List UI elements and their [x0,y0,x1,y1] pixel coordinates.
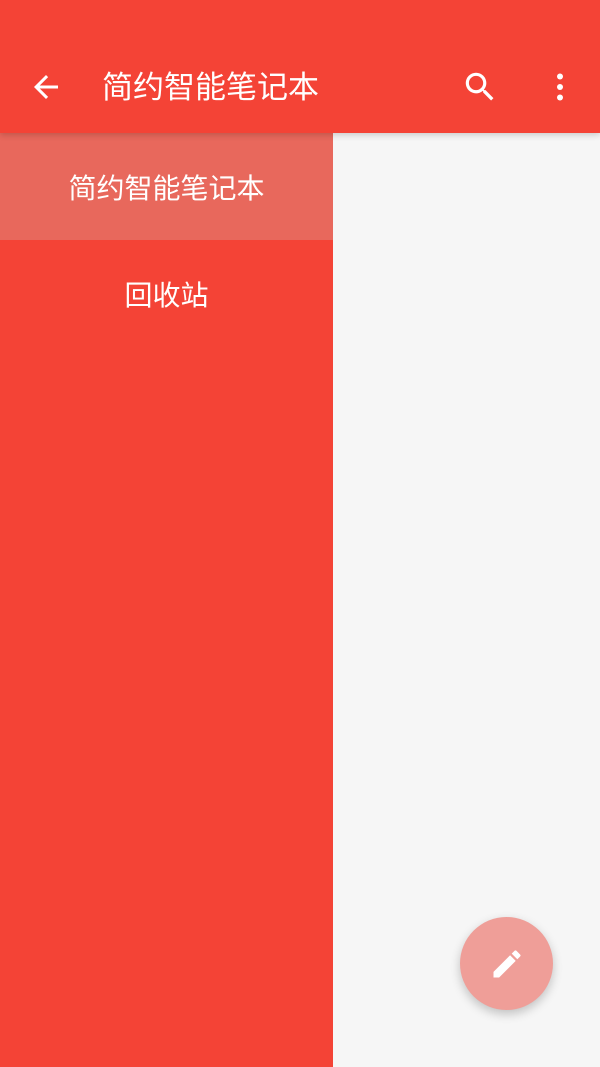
search-icon [465,72,494,101]
back-button[interactable] [18,59,74,115]
navigation-drawer: 简约智能笔记本 回收站 [0,133,333,1067]
drawer-item-recycle-bin[interactable]: 回收站 [0,240,333,347]
drawer-item-label: 回收站 [124,278,209,312]
app-bar: 简约智能笔记本 [0,0,600,133]
drawer-item-label: 简约智能笔记本 [68,171,265,205]
notes-list-area [333,133,600,1067]
drawer-item-notebook[interactable]: 简约智能笔记本 [0,133,333,240]
more-options-button[interactable] [532,59,588,115]
arrow-back-icon [34,75,58,99]
app-screen: 简约智能笔记本 简约智能笔记本 回收站 [0,0,600,1067]
new-note-fab[interactable] [460,917,553,1010]
pencil-icon [493,949,521,977]
more-vert-icon [557,73,563,101]
search-button[interactable] [452,59,508,115]
page-title: 简约智能笔记本 [102,70,319,106]
